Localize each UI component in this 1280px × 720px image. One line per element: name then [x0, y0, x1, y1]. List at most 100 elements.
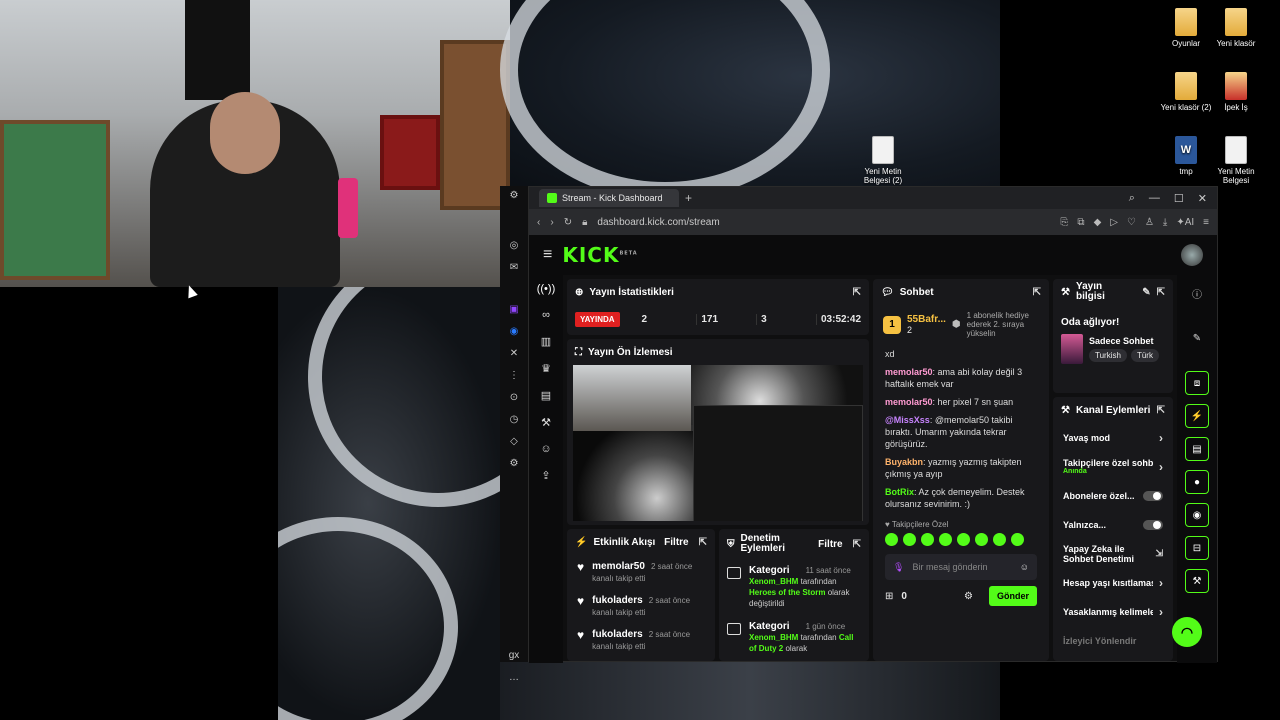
desktop-icon-yeni-metin-belgesi[interactable]: Yeni Metin Belgesi [1208, 136, 1264, 185]
chat-user[interactable]: BotRix [885, 487, 914, 497]
maximize-icon[interactable]: ☐ [1174, 192, 1184, 205]
shield-icon[interactable]: ◆ [1094, 217, 1102, 228]
profile-icon[interactable]: ♙ [1145, 217, 1154, 228]
chat-bubble-icon[interactable]: ● [1185, 470, 1209, 494]
wrench-icon[interactable]: ⚒ [1185, 569, 1209, 593]
media-icon[interactable]: ▤ [541, 389, 551, 402]
raid-row[interactable]: İzleyici Yönlendir [1053, 626, 1173, 655]
popout-icon[interactable]: ⇱ [1157, 405, 1165, 416]
gx-icon[interactable]: gx [509, 650, 520, 661]
chat-user[interactable]: memolar50 [885, 367, 933, 377]
mod-category[interactable]: Heroes of the Storm [749, 588, 825, 597]
upload-icon[interactable]: ⇪ [541, 469, 550, 482]
tag[interactable]: Turkish [1089, 349, 1127, 362]
filter-button[interactable]: Filtre [664, 537, 688, 548]
more-icon[interactable]: … [509, 672, 519, 683]
mod-user[interactable]: Xenom_BHM [749, 577, 798, 586]
emote-icon[interactable] [957, 533, 970, 546]
emote-icon[interactable] [885, 533, 898, 546]
play-icon[interactable]: ▷ [1110, 217, 1118, 228]
kick-logo[interactable]: KICKBETA [562, 243, 637, 267]
gamepad-icon[interactable]: ⚙ [510, 190, 519, 201]
back-icon[interactable]: ‹ [537, 217, 540, 228]
ai-icon[interactable]: ✦AI [1176, 217, 1194, 228]
emote-only-row[interactable]: Yalnızca... [1053, 510, 1173, 539]
popout-icon[interactable]: ⇱ [853, 287, 861, 298]
clip-icon[interactable]: ⧈ [1185, 371, 1209, 395]
minimize-icon[interactable]: — [1149, 192, 1160, 205]
emote-icon[interactable] [939, 533, 952, 546]
banned-words-row[interactable]: Yasaklanmış kelimeler › [1053, 597, 1173, 626]
notes-icon[interactable]: ▤ [1185, 437, 1209, 461]
popout-icon[interactable]: ⇱ [1033, 287, 1041, 298]
menu-icon[interactable]: ≡ [1203, 217, 1209, 228]
url-field[interactable]: dashboard.kick.com/stream [597, 217, 1050, 228]
instagram-icon[interactable]: ◎ [510, 240, 519, 251]
community-icon[interactable]: ☺ [540, 443, 551, 455]
x-icon[interactable]: ✕ [510, 348, 518, 359]
trophy-icon[interactable]: ♛ [541, 362, 551, 375]
chat-user[interactable]: @MissXss [885, 415, 930, 425]
emote-icon[interactable] [975, 533, 988, 546]
activity-user[interactable]: fukoladers [592, 595, 643, 606]
tag[interactable]: Türk [1130, 349, 1159, 362]
gift-user[interactable]: 55Bafr... [907, 314, 946, 325]
search-icon[interactable]: ⌕ [1129, 192, 1135, 205]
gear-icon[interactable]: ⚙ [964, 591, 973, 602]
link-icon[interactable]: ∞ [542, 309, 550, 321]
popout-icon[interactable]: ⇱ [699, 537, 707, 548]
bolt-icon[interactable]: ⚡ [1185, 404, 1209, 428]
bookmark-icon[interactable]: ⎘ [1060, 217, 1068, 228]
more-dots-icon[interactable]: ⋮ [509, 370, 519, 381]
desktop-icon-yeni-klasor[interactable]: Yeni klasör [1208, 8, 1264, 48]
reload-icon[interactable]: ↻ [564, 217, 572, 228]
new-tab-icon[interactable]: + [685, 191, 692, 205]
edit-icon[interactable]: ✎ [1142, 287, 1150, 298]
mod-user[interactable]: Xenom_BHM [749, 633, 798, 642]
heart-icon[interactable]: ♡ [1127, 217, 1136, 228]
account-age-row[interactable]: Hesap yaşı kısıtlaması › [1053, 568, 1173, 597]
avatar[interactable] [1181, 244, 1203, 266]
emote-icon[interactable] [1011, 533, 1024, 546]
subs-only-toggle[interactable] [1143, 490, 1163, 501]
send-button[interactable]: Gönder [988, 586, 1037, 606]
desktop-icon-tmp[interactable]: W tmp [1158, 136, 1214, 176]
chat-user[interactable]: memolar50 [885, 397, 933, 407]
mic-icon[interactable]: 🎙︎ [893, 562, 904, 573]
emote-icon[interactable] [993, 533, 1006, 546]
activity-user[interactable]: fukoladers [592, 629, 643, 640]
emoji-icon[interactable]: ☺ [1020, 562, 1029, 572]
analytics-icon[interactable]: ▥ [541, 335, 551, 348]
extensions-icon[interactable]: ◇ [510, 436, 518, 447]
emote-icon[interactable] [921, 533, 934, 546]
desktop-icon-yeni-klasor-2[interactable]: Yeni klasör (2) [1158, 72, 1214, 112]
popout-icon[interactable]: ⇱ [853, 539, 861, 550]
layout-icon[interactable]: ⊟ [1185, 536, 1209, 560]
snapshot-icon[interactable]: ⧉ [1077, 217, 1084, 228]
desktop-icon-ipek-is[interactable]: İpek İş [1208, 72, 1264, 112]
followers-only-row[interactable]: Takipçilere özel sohbet Anında › [1053, 452, 1173, 481]
mail-icon[interactable]: ✉ [510, 262, 518, 273]
history-icon[interactable]: ◷ [510, 414, 519, 425]
desktop-icon-oyunlar[interactable]: Oyunlar [1158, 8, 1214, 48]
chat-input[interactable]: 🎙︎ Bir mesaj gönderin ☺ [885, 554, 1037, 580]
filter-button[interactable]: Filtre [818, 539, 842, 550]
hamburger-icon[interactable]: ≡ [543, 246, 552, 264]
ai-moderation-row[interactable]: Yapay Zeka ile Sohbet Denetimi ⇲ [1053, 539, 1173, 568]
slow-mode-row[interactable]: Yavaş mod › [1053, 423, 1173, 452]
help-button[interactable]: ◠ [1172, 617, 1202, 647]
live-icon[interactable]: ((•)) [537, 283, 556, 295]
settings-icon[interactable]: ⚙ [510, 458, 519, 469]
chat-user[interactable]: Buyakbn [885, 457, 923, 467]
preview-video[interactable] [573, 365, 863, 521]
tools-icon[interactable]: ⚒ [541, 416, 551, 429]
tab-kick-dashboard[interactable]: Stream - Kick Dashboard [539, 189, 679, 207]
info-icon[interactable]: ⓘ [1185, 281, 1209, 305]
twitch-icon[interactable]: ▣ [509, 304, 518, 315]
forward-icon[interactable]: › [550, 217, 553, 228]
desktop-icon-yeni-metin-belgesi-2[interactable]: Yeni Metin Belgesi (2) [855, 136, 911, 185]
emote-only-toggle[interactable] [1143, 519, 1163, 530]
broadcast-icon[interactable]: ◉ [1185, 503, 1209, 527]
play-icon[interactable]: ⊙ [510, 392, 518, 403]
close-icon[interactable]: ✕ [1198, 192, 1207, 205]
